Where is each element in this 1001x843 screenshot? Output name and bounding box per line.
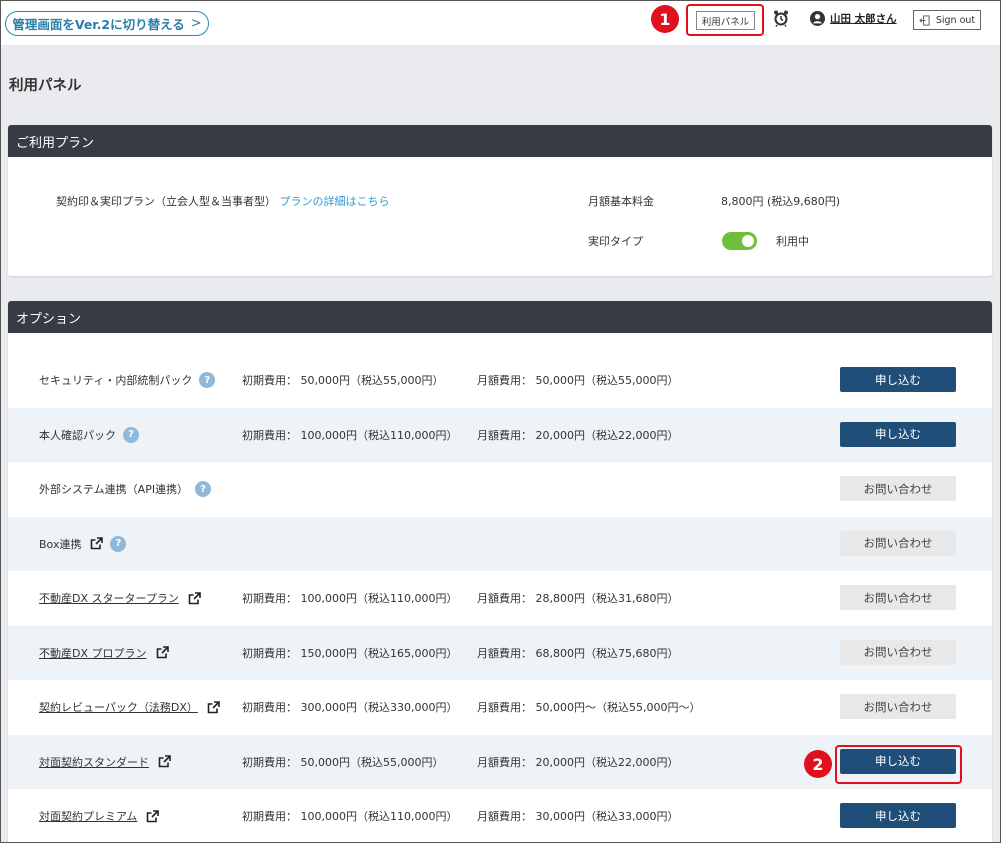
option-initial-fee: 初期費用： 100,000円（税込110,000円） [242, 592, 458, 606]
switch-ver2-button[interactable]: 管理画面をVer.2に切り替える > [5, 11, 209, 36]
help-icon[interactable]: ? [123, 426, 139, 443]
option-name: 対面契約スタンダード [39, 735, 171, 790]
option-initial-fee: 初期費用： 150,000円（税込165,000円） [242, 646, 458, 660]
option-name: セキュリティ・内部統制パック ? [39, 353, 216, 408]
sign-out-icon [919, 14, 930, 26]
option-name-link[interactable]: 契約レビューパック（法務DX） [39, 699, 198, 715]
option-name: 外部システム連携（API連携） ? [39, 462, 212, 517]
switch-ver2-label: 管理画面をVer.2に切り替える [12, 17, 185, 32]
option-name: 対面契約プレミアム [39, 789, 160, 843]
option-name-text: セキュリティ・内部統制パック [39, 374, 193, 388]
option-row: 外部システム連携（API連携） ? お問い合わせ [8, 462, 992, 517]
option-monthly-fee: 月額費用： 28,800円（税込31,680円） [477, 592, 679, 606]
option-initial-fee: 初期費用： 50,000円（税込55,000円） [242, 374, 444, 388]
option-name-link[interactable]: 対面契約スタンダード [39, 754, 149, 770]
option-name: Box連携 ? [39, 517, 127, 572]
plan-name: 契約印＆実印プラン（立会人型＆当事者型） [56, 195, 276, 208]
seal-type-label: 実印タイプ [588, 235, 643, 248]
option-row: 不動産DX スタータープラン 初期費用： 100,000円（税込110,000円… [8, 571, 992, 626]
inquire-button[interactable]: お問い合わせ [840, 639, 956, 665]
option-name: 不動産DX スタータープラン [39, 571, 201, 626]
option-monthly-fee: 月額費用： 50,000円（税込55,000円） [477, 374, 679, 388]
option-monthly-fee: 月額費用： 20,000円（税込22,000円） [477, 428, 679, 442]
inquire-button[interactable]: お問い合わせ [840, 694, 956, 719]
option-name: 契約レビューパック（法務DX） [39, 680, 220, 735]
external-link-icon[interactable] [207, 700, 220, 714]
user-name[interactable]: 山田 太郎さん [830, 11, 897, 26]
external-link-icon[interactable] [188, 591, 201, 605]
option-monthly-fee: 月額費用： 30,000円（税込33,000円） [477, 810, 679, 824]
step-marker-1: 1 [651, 5, 679, 33]
monthly-fee-label: 月額基本料金 [588, 195, 654, 208]
option-row: 不動産DX プロプラン 初期費用： 150,000円（税込165,000円） 月… [8, 625, 992, 681]
page-title: 利用パネル [9, 78, 82, 94]
help-icon[interactable]: ? [199, 372, 216, 389]
sign-out-label: Sign out [935, 14, 976, 26]
option-name-link[interactable]: 対面契約プレミアム [39, 808, 137, 824]
option-name: 本人確認パック ? [39, 408, 139, 463]
chevron-right-icon: > [190, 16, 202, 31]
plan-detail-link[interactable]: プランの詳細はこちら [280, 195, 390, 208]
option-monthly-fee: 月額費用： 50,000円～（税込55,000円～） [477, 701, 701, 715]
top-header: 管理画面をVer.2に切り替える > 利用パネル 山田 太郎さん Sign ou… [1, 1, 1000, 45]
option-row: 対面契約スタンダード 初期費用： 50,000円（税込55,000円） 月額費用… [8, 734, 992, 790]
step-marker-2: 2 [804, 750, 832, 778]
external-link-icon[interactable] [156, 646, 169, 659]
option-name-text: Box連携 [39, 537, 82, 551]
monthly-fee-value: 8,800円 (税込9,680円) [721, 195, 841, 208]
help-icon[interactable]: ? [195, 481, 212, 498]
option-name-text: 外部システム連携（API連携） [39, 483, 189, 497]
seal-type-toggle[interactable] [722, 232, 757, 250]
sign-out-button[interactable]: Sign out [913, 10, 981, 30]
external-link-icon[interactable] [158, 755, 171, 768]
options-heading: オプション [8, 301, 992, 333]
inquire-button[interactable]: お問い合わせ [840, 476, 956, 501]
current-plan-heading: ご利用プラン [8, 125, 992, 157]
option-monthly-fee: 月額費用： 20,000円（税込22,000円） [477, 755, 679, 769]
option-row: 契約レビューパック（法務DX） 初期費用： 300,000円（税込330,000… [8, 680, 992, 735]
option-row: Box連携 ? お問い合わせ [8, 516, 992, 572]
external-link-icon[interactable] [146, 809, 160, 823]
user-icon [810, 11, 825, 26]
apply-button[interactable]: 申し込む [840, 367, 956, 392]
option-initial-fee: 初期費用： 100,000円（税込110,000円） [242, 428, 458, 442]
plan-name-line: 契約印＆実印プラン（立会人型＆当事者型） プランの詳細はこちら [56, 193, 390, 209]
user-menu[interactable]: 山田 太郎さん [810, 11, 897, 26]
option-monthly-fee: 月額費用： 68,800円（税込75,680円） [477, 646, 679, 660]
option-name-link[interactable]: 不動産DX プロプラン [39, 645, 147, 661]
option-name-text: 本人確認パック [39, 428, 116, 442]
inquire-button[interactable]: お問い合わせ [840, 530, 956, 556]
external-link-icon[interactable] [90, 537, 104, 550]
options-card: オプション セキュリティ・内部統制パック ? 初期費用： 50,000円（税込5… [8, 301, 992, 843]
option-name-link[interactable]: 不動産DX スタータープラン [39, 590, 179, 606]
current-plan-card: ご利用プラン 契約印＆実印プラン（立会人型＆当事者型） プランの詳細はこちら 月… [8, 125, 992, 276]
option-row: 本人確認パック ? 初期費用： 100,000円（税込110,000円） 月額費… [8, 407, 992, 463]
option-initial-fee: 初期費用： 100,000円（税込110,000円） [242, 810, 458, 824]
help-icon[interactable]: ? [110, 535, 127, 552]
alarm-clock-icon[interactable] [773, 9, 789, 27]
apply-button[interactable]: 申し込む [840, 748, 956, 774]
seal-type-status: 利用中 [776, 235, 809, 248]
inquire-button[interactable]: お問い合わせ [840, 585, 956, 610]
apply-button[interactable]: 申し込む [840, 803, 956, 828]
option-name: 不動産DX プロプラン [39, 626, 169, 681]
option-row: セキュリティ・内部統制パック ? 初期費用： 50,000円（税込55,000円… [8, 353, 992, 408]
option-row: 対面契約プレミアム 初期費用： 100,000円（税込110,000円） 月額費… [8, 789, 992, 843]
usage-panel-link[interactable]: 利用パネル [696, 11, 755, 30]
option-initial-fee: 初期費用： 300,000円（税込330,000円） [242, 701, 458, 715]
apply-button[interactable]: 申し込む [840, 421, 956, 447]
options-list: セキュリティ・内部統制パック ? 初期費用： 50,000円（税込55,000円… [8, 353, 992, 843]
option-initial-fee: 初期費用： 50,000円（税込55,000円） [242, 755, 444, 769]
toggle-knob [742, 235, 754, 247]
